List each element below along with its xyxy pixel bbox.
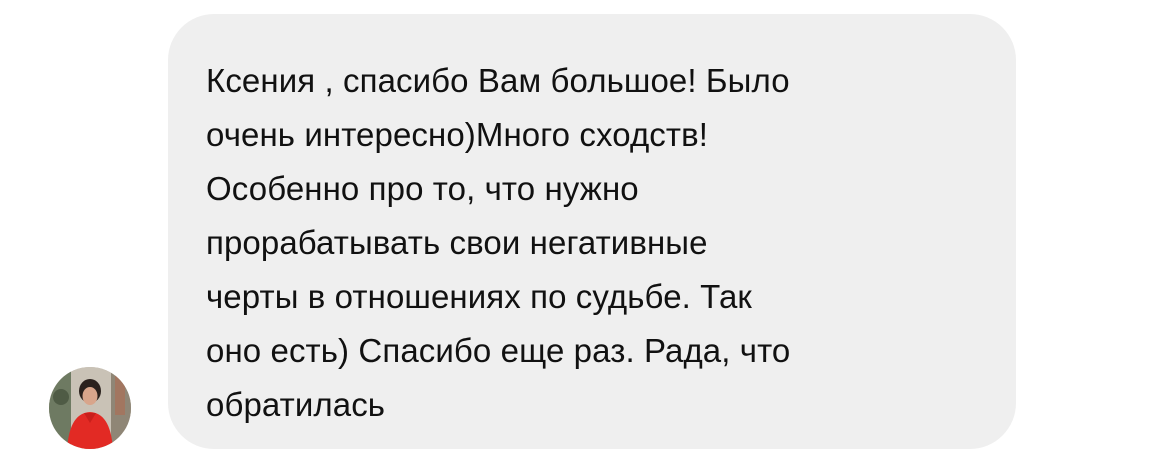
sender-avatar[interactable] xyxy=(49,367,131,449)
message-bubble[interactable]: Ксения , спасибо Вам большое! Было очень… xyxy=(168,14,1016,449)
message-text: Ксения , спасибо Вам большое! Было очень… xyxy=(206,62,791,423)
avatar-photo-icon xyxy=(49,367,131,449)
message-row: Ксения , спасибо Вам большое! Было очень… xyxy=(0,0,1170,463)
